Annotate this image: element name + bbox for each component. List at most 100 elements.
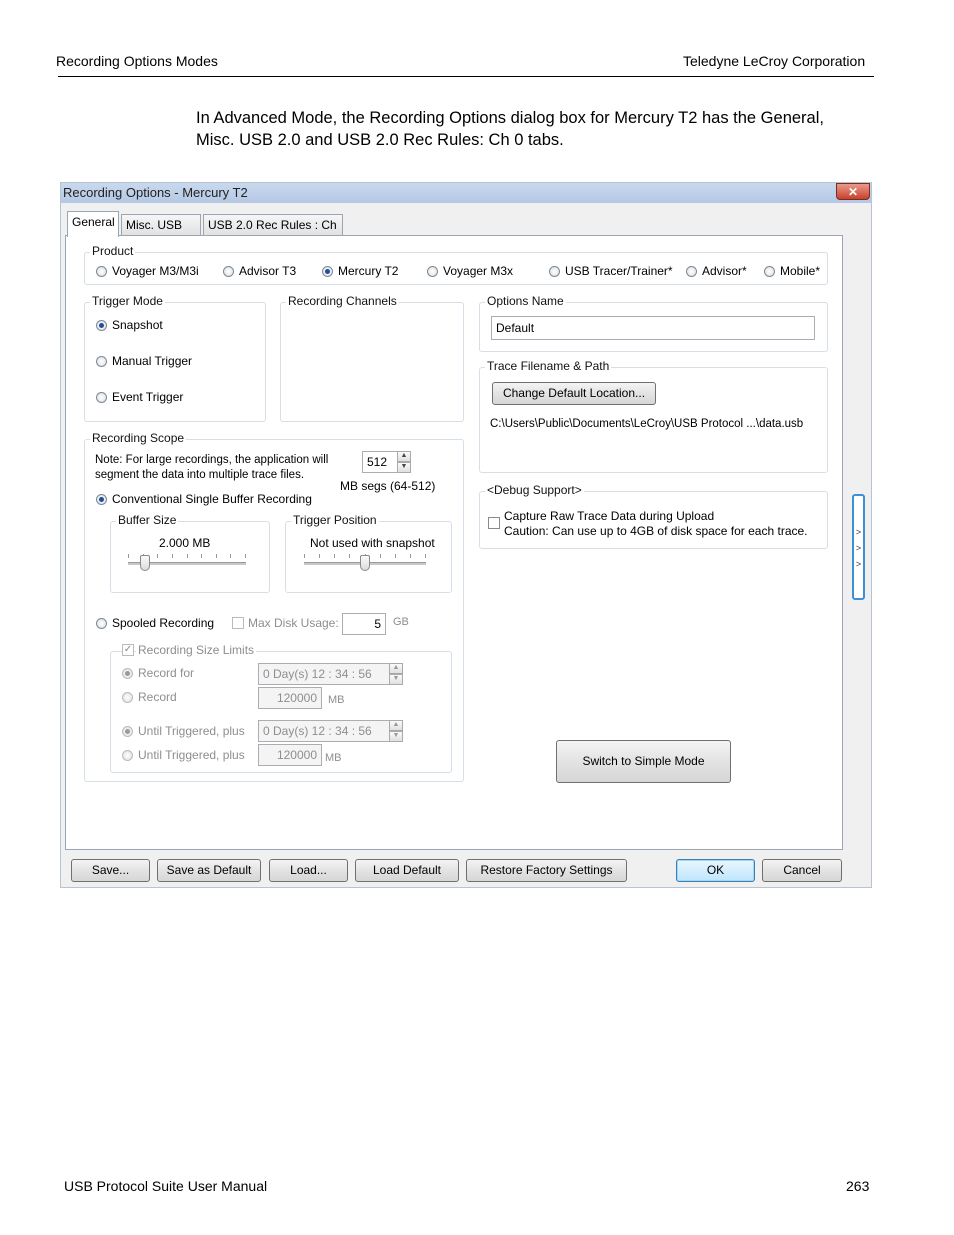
slider-tick: [380, 554, 381, 558]
trigger-label-event: Event Trigger: [112, 390, 184, 404]
max-disk-unit: GB: [393, 616, 409, 628]
trigger-label-snapshot: Snapshot: [112, 318, 163, 332]
header-left: Recording Options Modes: [56, 53, 218, 69]
product-radio-advisor-t3[interactable]: [223, 266, 234, 277]
product-radio-usb-tracer[interactable]: [549, 266, 560, 277]
cancel-button[interactable]: Cancel: [762, 859, 842, 882]
side-expander-arrows[interactable]: > > >: [852, 494, 865, 600]
tab-misc-usb-2[interactable]: Misc. USB 2.0: [121, 214, 201, 252]
tab-usb-2-rec-rules[interactable]: USB 2.0 Rec Rules : Ch 0: [203, 214, 343, 252]
debug-support-label: <Debug Support>: [485, 483, 584, 497]
product-radio-advisor[interactable]: [686, 266, 697, 277]
product-label-advisor: Advisor*: [702, 264, 747, 278]
footer-left: USB Protocol Suite User Manual: [64, 1178, 268, 1194]
until-triggered-time-input[interactable]: 0 Day(s) 12 : 34 : 56: [258, 720, 390, 742]
record-for-spin-up[interactable]: ▲: [389, 663, 403, 674]
header-right: Teledyne LeCroy Corporation: [683, 53, 866, 69]
general-tab-panel: Product Voyager M3/M3i Advisor T3 Mercur…: [65, 235, 843, 850]
slider-tick: [410, 554, 411, 558]
max-disk-input[interactable]: 5: [342, 613, 386, 635]
ok-button[interactable]: OK: [676, 859, 755, 882]
trigger-label-manual: Manual Trigger: [112, 354, 193, 368]
slider-tick: [230, 554, 231, 558]
record-for-spin-down[interactable]: ▼: [389, 674, 403, 685]
tab-general[interactable]: General: [67, 211, 119, 237]
until-triggered-mb-label: Until Triggered, plus: [138, 748, 245, 762]
recording-channels-group: [280, 302, 464, 422]
product-label-usb-tracer: USB Tracer/Trainer*: [565, 264, 673, 278]
header-rule: [58, 76, 874, 77]
buffer-size-slider-thumb[interactable]: [140, 555, 150, 571]
save-button[interactable]: Save...: [71, 859, 150, 882]
record-mb-radio[interactable]: [122, 692, 133, 703]
product-label-voyager-m3x: Voyager M3x: [443, 264, 514, 278]
load-button[interactable]: Load...: [269, 859, 348, 882]
until-triggered-spin-up[interactable]: ▲: [389, 720, 403, 731]
switch-simple-mode-button[interactable]: Switch to Simple Mode: [556, 740, 731, 783]
dialog-title: Recording Options - Mercury T2: [63, 185, 248, 200]
until-triggered-spin-down[interactable]: ▼: [389, 731, 403, 742]
trigger-mode-label: Trigger Mode: [90, 294, 165, 308]
slider-tick: [216, 554, 217, 558]
trigger-radio-snapshot[interactable]: [96, 320, 107, 331]
trigger-radio-manual[interactable]: [96, 356, 107, 367]
slider-tick: [128, 554, 129, 558]
until-triggered-mb-unit: MB: [325, 752, 342, 764]
recording-channels-label: Recording Channels: [286, 294, 399, 308]
segments-input[interactable]: 512: [362, 451, 400, 473]
conventional-recording-radio[interactable]: [96, 494, 107, 505]
size-limits-checkbox[interactable]: ✓: [122, 644, 134, 656]
recording-scope-label: Recording Scope: [90, 431, 187, 445]
trigger-position-slider-thumb[interactable]: [360, 555, 370, 571]
options-name-input[interactable]: Default: [491, 316, 815, 340]
segments-spin-up[interactable]: ▲: [397, 451, 411, 462]
slider-tick: [349, 554, 350, 558]
max-disk-checkbox[interactable]: [232, 617, 244, 629]
options-name-label: Options Name: [485, 294, 566, 308]
product-radio-voyager-m3[interactable]: [96, 266, 107, 277]
buffer-size-label: Buffer Size: [116, 513, 179, 527]
slider-tick: [425, 554, 426, 558]
capture-raw-checkbox[interactable]: [488, 517, 500, 529]
record-for-radio[interactable]: [122, 668, 133, 679]
product-radio-voyager-m3x[interactable]: [427, 266, 438, 277]
max-disk-label: Max Disk Usage:: [248, 616, 339, 630]
close-button[interactable]: ✕: [836, 183, 870, 200]
restore-factory-button[interactable]: Restore Factory Settings: [466, 859, 627, 882]
slider-tick: [157, 554, 158, 558]
product-label-mercury-t2: Mercury T2: [338, 264, 399, 278]
product-label-mobile: Mobile*: [780, 264, 821, 278]
record-mb-label: Record: [138, 690, 177, 704]
until-triggered-mb-input[interactable]: 120000: [258, 744, 322, 766]
segments-unit: MB segs (64-512): [340, 479, 436, 493]
conventional-recording-label: Conventional Single Buffer Recording: [112, 492, 312, 506]
dialog-titlebar: Recording Options - Mercury T2 ✕: [61, 183, 871, 203]
record-mb-input[interactable]: 120000: [258, 687, 322, 709]
slider-tick: [245, 554, 246, 558]
spooled-recording-label: Spooled Recording: [112, 616, 215, 630]
record-for-label: Record for: [138, 666, 195, 680]
trigger-position-value: Not used with snapshot: [310, 536, 435, 550]
recording-scope-note: Note: For large recordings, the applicat…: [95, 454, 329, 481]
until-triggered-time-label: Until Triggered, plus: [138, 724, 245, 738]
slider-tick: [172, 554, 173, 558]
record-for-time-input[interactable]: 0 Day(s) 12 : 34 : 56: [258, 663, 390, 685]
slider-tick: [319, 554, 320, 558]
trigger-radio-event[interactable]: [96, 392, 107, 403]
slider-tick: [304, 554, 305, 558]
trigger-position-label: Trigger Position: [291, 513, 379, 527]
size-limits-label: Recording Size Limits: [136, 643, 257, 657]
segments-spin-down[interactable]: ▼: [397, 462, 411, 473]
slider-tick: [395, 554, 396, 558]
load-default-button[interactable]: Load Default: [355, 859, 459, 882]
change-location-button[interactable]: Change Default Location...: [492, 382, 656, 405]
until-triggered-mb-radio[interactable]: [122, 750, 133, 761]
slider-tick: [201, 554, 202, 558]
product-radio-mobile[interactable]: [764, 266, 775, 277]
product-label-advisor-t3: Advisor T3: [239, 264, 297, 278]
save-as-default-button[interactable]: Save as Default: [157, 859, 261, 882]
trace-path-text: C:\Users\Public\Documents\LeCroy\USB Pro…: [490, 418, 804, 430]
until-triggered-time-radio[interactable]: [122, 726, 133, 737]
product-radio-mercury-t2[interactable]: [322, 266, 333, 277]
spooled-recording-radio[interactable]: [96, 618, 107, 629]
